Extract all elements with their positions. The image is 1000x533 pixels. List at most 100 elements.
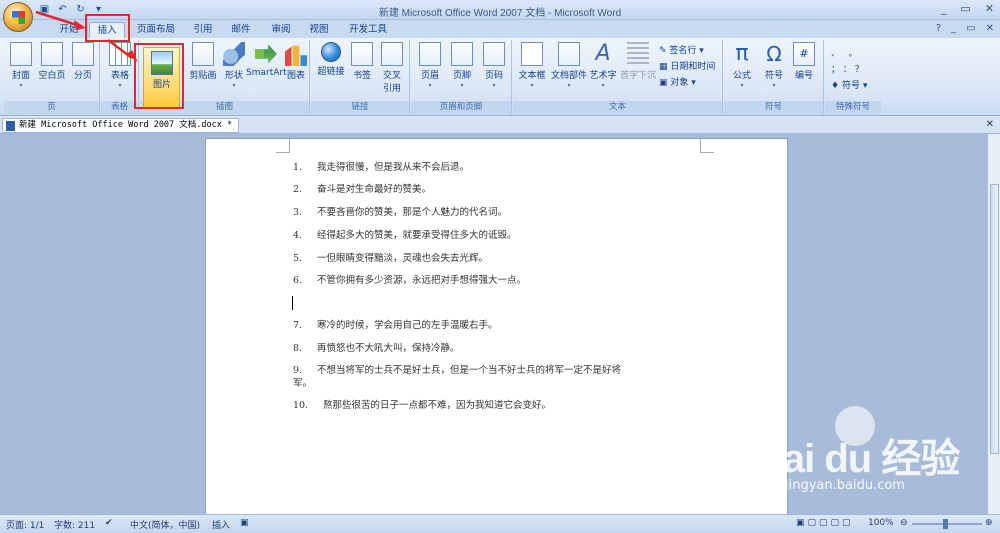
window-controls: _ ▭ ✕ [941,2,994,15]
symbol-question[interactable]: ？ [855,65,864,75]
doc-close-icon[interactable]: ✕ [986,23,994,34]
bookmark-icon [351,42,373,66]
group-label-header-footer: 页眉和页脚 [411,101,511,114]
doc-minimize-icon[interactable]: _ [951,23,956,34]
textbox-icon [521,42,543,66]
text-cursor [292,296,293,310]
document-line: 4. 经得起多大的赞美，就要承受得住多大的诋毁。 [293,230,517,241]
object-icon: ▣ [659,78,671,88]
arrow-to-insert-head [74,20,86,30]
header-button[interactable]: 页眉 ▾ [417,42,443,89]
group-header-footer: 页眉 ▾ 页脚 ▾ 页码 ▾ 页眉和页脚 [411,40,512,114]
hyperlink-button[interactable]: 超链接 [315,42,347,77]
header-icon [419,42,441,66]
tab-view[interactable]: 视图 [306,22,332,39]
cross-reference-icon [381,42,403,66]
office-button[interactable] [3,2,33,32]
document-line: 8. 再愤怒也不大吼大叫，保持冷静。 [293,343,460,354]
document-line: 军。 [293,378,313,389]
tab-review[interactable]: 审阅 [268,22,294,39]
document-line: 1. 我走得很慢，但是我从来不会后退。 [293,162,470,173]
hyperlink-globe-icon [321,42,341,62]
scrollbar-thumb[interactable] [990,184,999,454]
page-corner-marker [276,139,290,153]
document-page[interactable]: 1. 我走得很慢，但是我从来不会后退。 2. 奋斗是对生命最好的赞美。 3. 不要吝啬… [205,138,788,516]
zoom-in-icon[interactable]: ⊕ [985,518,993,528]
close-button[interactable]: ✕ [985,2,994,15]
special-symbol-row-1: 、 。 [831,46,858,59]
quick-parts-button[interactable]: 文档部件 ▾ [549,42,589,89]
symbol-button[interactable]: Ω 符号 ▾ [760,42,788,89]
maximize-button[interactable]: ▭ [960,2,970,15]
document-line: 2. 奋斗是对生命最好的赞美。 [293,184,432,195]
textbox-button[interactable]: 文本框 ▾ [517,42,547,89]
help-icon[interactable]: ? [936,23,941,34]
document-line: 9. 不想当将军的士兵不是好士兵，但是一个当不好士兵的将军一定不是好将 [293,365,622,376]
page-number-button[interactable]: 页码 ▾ [481,42,507,89]
arrow-to-insert-line [35,10,81,28]
status-page[interactable]: 页面: 1/1 [6,518,44,531]
document-tab-bar: 新建 Microsoft Office Word 2007 文档.docx * … [0,117,1000,134]
numbering-icon: # [793,42,815,66]
wordart-button[interactable]: A 艺术字 ▾ [587,41,619,90]
page-corner-marker [700,139,714,153]
chart-button[interactable]: 图表 [284,42,308,81]
signature-line-button[interactable]: ✎ 签名行 ▾ [659,43,704,56]
omega-icon: Ω [766,42,782,66]
status-zoom[interactable]: 100% [868,518,894,528]
ribbon-window-controls: ? _ ▭ ✕ [936,23,994,34]
wordart-icon: A [595,41,611,66]
object-button[interactable]: ▣ 对象 ▾ [659,75,696,88]
tab-developer[interactable]: 开发工具 [344,22,392,39]
zoom-out-icon[interactable]: ⊖ [900,518,908,528]
view-buttons[interactable]: ▣▢▢▢▢ [796,518,854,528]
minimize-button[interactable]: _ [941,2,947,15]
document-line: 6. 不管你拥有多少资源，永远把对手想得强大一点。 [293,275,527,286]
symbol-semicolon[interactable]: ； [831,65,840,75]
special-symbol-row-2: ； ： ？ [831,62,864,75]
quick-parts-icon [558,42,580,66]
bookmark-button[interactable]: 书签 [349,42,375,81]
zoom-slider-thumb[interactable] [943,519,948,529]
office-logo-icon [12,11,25,24]
doc-restore-icon[interactable]: ▭ [966,23,975,34]
smartart-icon [255,44,277,64]
group-links: 超链接 书签 交叉 引用 链接 [311,40,410,114]
smartart-button[interactable]: SmartArt [246,42,287,78]
baidu-watermark: Bai du 经验 jingyan.baidu.com [755,406,990,511]
symbol-colon[interactable]: ： [843,65,852,75]
symbol-period[interactable]: 。 [849,49,858,59]
document-line: 7. 寒冷的时候，学会用自己的左手温暖右手。 [293,320,498,331]
chart-icon [285,45,307,66]
word-doc-icon [6,121,15,131]
spellcheck-icon[interactable]: ✔ [105,518,113,528]
date-time-button[interactable]: ▦ 日期和时间 [659,59,715,72]
document-tab-close-icon[interactable]: ✕ [986,119,994,130]
footer-icon [451,42,473,66]
cross-reference-button[interactable]: 交叉 引用 [379,42,405,94]
document-tab[interactable]: 新建 Microsoft Office Word 2007 文档.docx * [2,118,240,133]
drop-cap-button[interactable]: 首字下沉 [619,42,657,81]
status-language[interactable]: 中文(简体，中国) [130,518,200,531]
status-bar: 页面: 1/1 字数: 211 ✔ 中文(简体，中国) 插入 ▣ ▣▢▢▢▢ 1… [0,514,1000,533]
status-insert-mode[interactable]: 插入 [212,518,230,531]
macro-record-icon[interactable]: ▣ [240,518,249,528]
tab-mailings[interactable]: 邮件 [228,22,254,39]
equation-button[interactable]: π 公式 ▾ [728,41,756,90]
group-label-text: 文本 [513,101,722,114]
group-label-links: 链接 [311,101,409,114]
group-label-page: 页 [4,101,99,114]
group-text: 文本框 ▾ 文档部件 ▾ A 艺术字 ▾ 首字下沉 ✎ 签名行 ▾ ▦ 日期和时间 ▣ … [513,40,723,114]
group-label-symbols: 符号 [724,101,823,114]
drop-cap-icon [627,42,649,66]
calendar-icon: ▦ [659,62,671,72]
shapes-button[interactable]: 形状 ▾ [220,42,248,89]
pi-icon: π [735,41,749,66]
symbol-comma[interactable]: 、 [831,49,840,59]
numbering-button[interactable]: # 编号 [790,42,818,81]
group-special-symbols: 、 。 ； ： ？ ♦ 符号 ▾ 特殊符号 [825,40,881,114]
footer-button[interactable]: 页脚 ▾ [449,42,475,89]
group-label-special-symbols: 特殊符号 [825,101,881,114]
special-symbol-dropdown[interactable]: ♦ 符号 ▾ [831,78,867,91]
status-word-count[interactable]: 字数: 211 [54,518,95,531]
